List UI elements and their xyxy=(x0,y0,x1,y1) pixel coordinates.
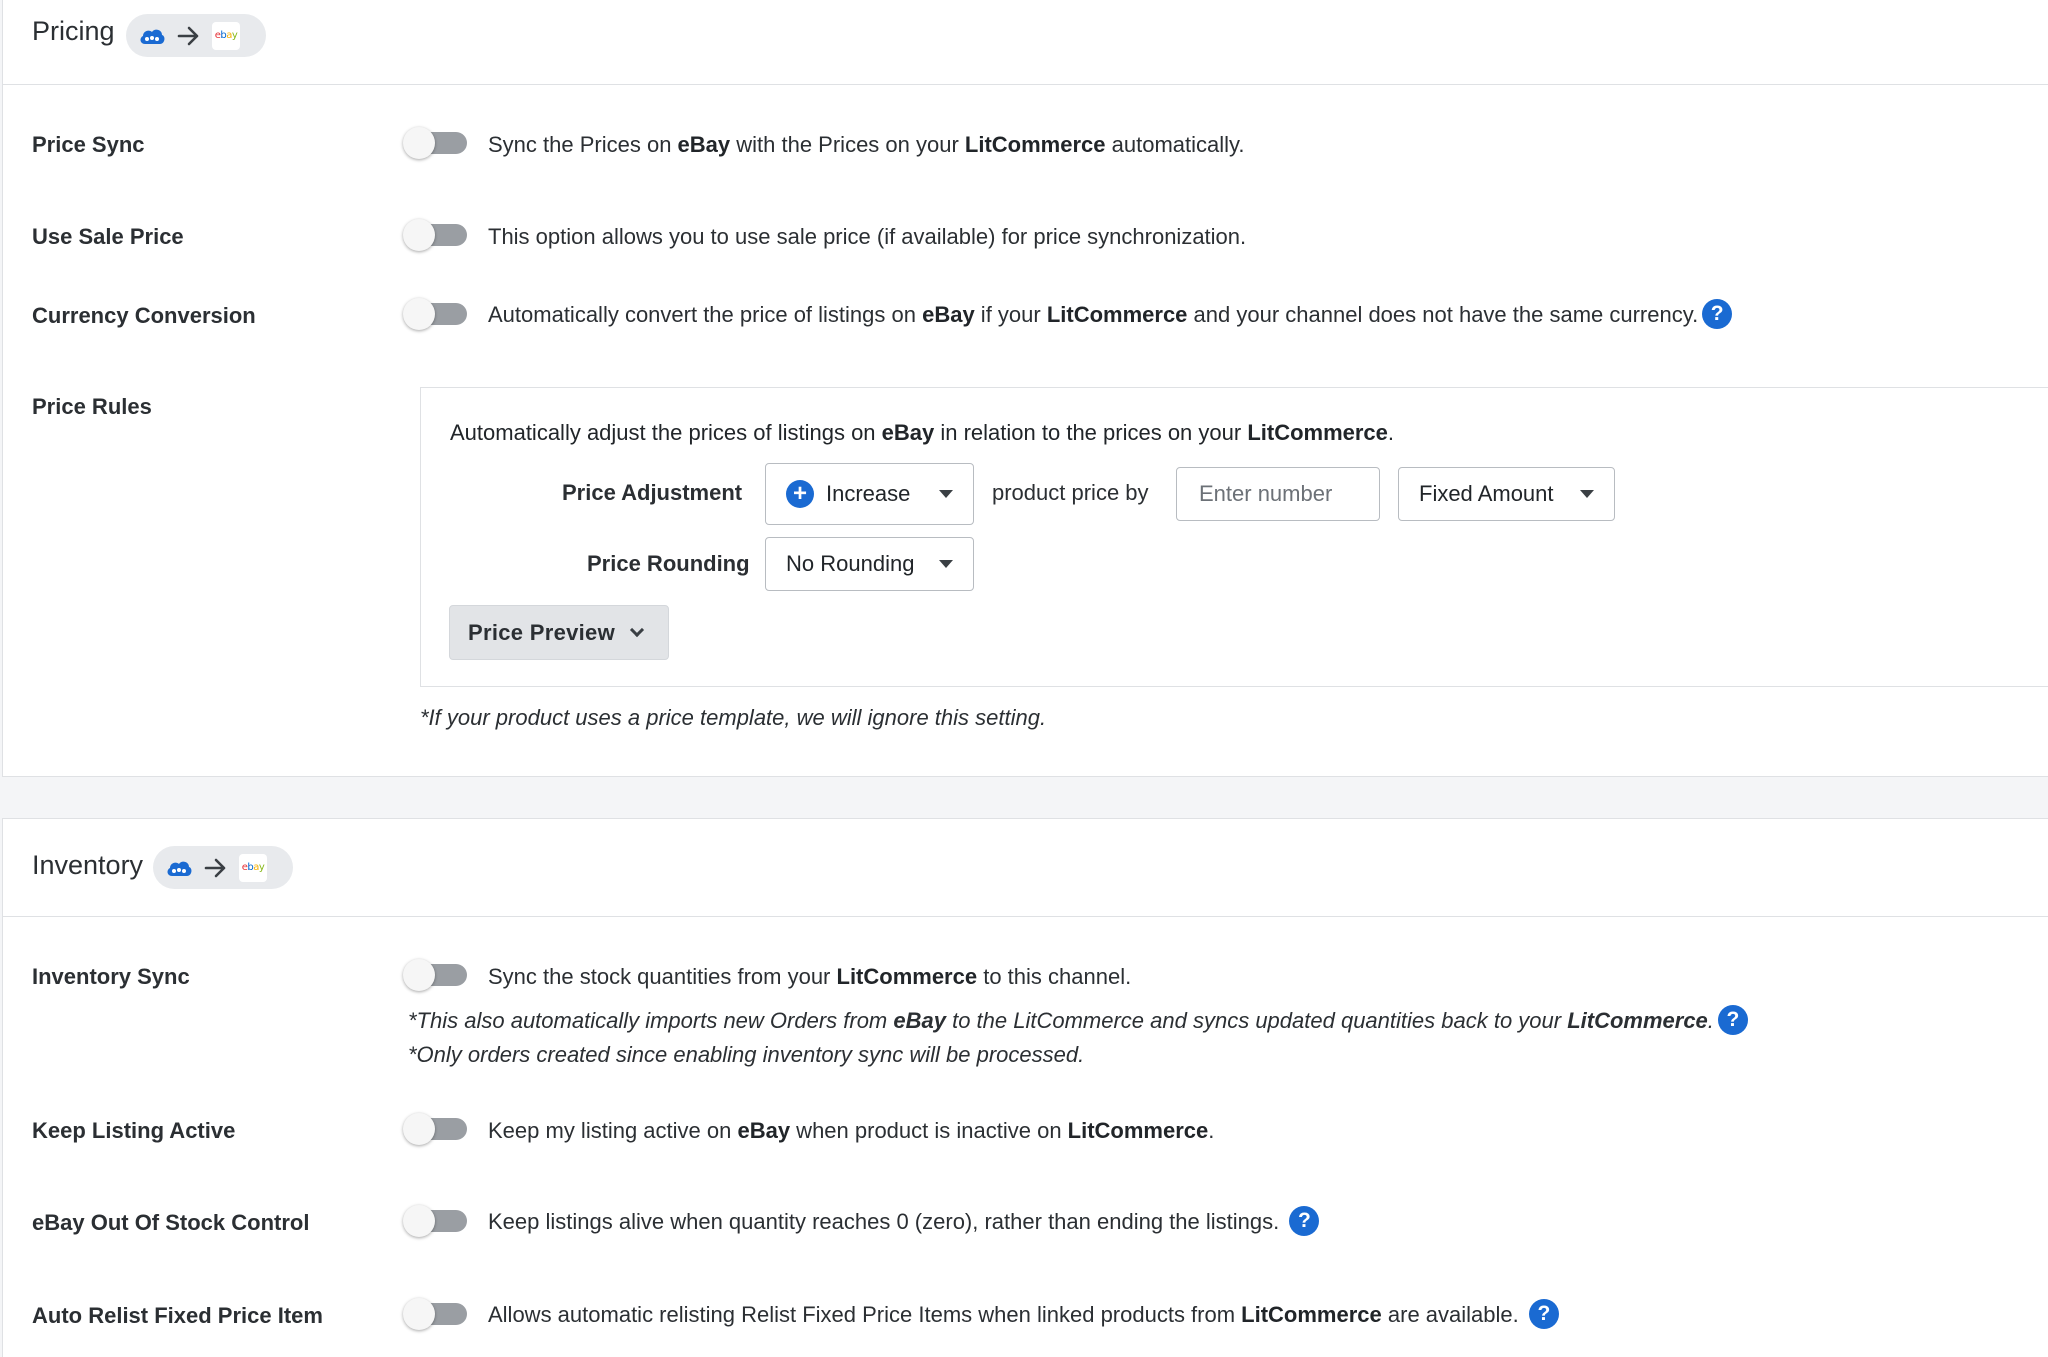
arrow-right-icon xyxy=(177,26,199,45)
use-sale-price-toggle[interactable] xyxy=(403,219,469,251)
cloud-icon xyxy=(167,861,192,876)
price-sync-description: Sync the Prices on eBay with the Prices … xyxy=(488,132,1245,157)
auto-relist-description: Allows automatic relisting Relist Fixed … xyxy=(488,1299,1559,1331)
price-rules-label: Price Rules xyxy=(32,394,152,419)
keep-listing-active-toggle[interactable] xyxy=(403,1113,469,1145)
price-rounding-select[interactable]: No Rounding xyxy=(765,537,974,591)
pricing-title: Pricing xyxy=(32,16,115,46)
use-sale-price-description: This option allows you to use sale price… xyxy=(488,224,1247,249)
inventory-card: Inventory ebay Inventory Sync Sync the s… xyxy=(2,818,2048,1357)
caret-down-icon xyxy=(939,490,953,498)
sync-direction-badge: ebay xyxy=(126,14,266,57)
use-sale-price-label: Use Sale Price xyxy=(32,224,184,249)
arrow-right-icon xyxy=(204,858,226,877)
inventory-sync-note-orders: *This also automatically imports new Ord… xyxy=(408,1005,1748,1037)
auto-relist-label: Auto Relist Fixed Price Item xyxy=(32,1303,323,1328)
price-rounding-label: Price Rounding xyxy=(587,551,750,576)
caret-down-icon xyxy=(939,560,953,568)
help-icon[interactable]: ? xyxy=(1717,1005,1748,1035)
ebay-logo-icon: ebay xyxy=(212,21,240,50)
price-sync-label: Price Sync xyxy=(32,132,145,157)
caret-down-icon xyxy=(1580,490,1594,498)
help-icon[interactable]: ? xyxy=(1289,1206,1320,1236)
out-of-stock-control-label: eBay Out Of Stock Control xyxy=(32,1210,310,1235)
price-adjustment-label: Price Adjustment xyxy=(562,480,743,505)
product-price-by-text: product price by xyxy=(992,480,1149,505)
help-icon[interactable]: ? xyxy=(1528,1299,1559,1329)
price-rules-intro: Automatically adjust the prices of listi… xyxy=(450,420,1395,445)
pricing-card: Pricing ebay Price Sync Sync the Prices … xyxy=(2,0,2048,777)
currency-conversion-label: Currency Conversion xyxy=(32,303,256,328)
pricing-header: Pricing ebay xyxy=(3,0,2048,85)
chevron-down-icon xyxy=(629,622,645,637)
cloud-icon xyxy=(140,29,165,44)
plus-circle-icon: + xyxy=(786,480,814,508)
inventory-sync-label: Inventory Sync xyxy=(32,964,190,989)
out-of-stock-control-description: Keep listings alive when quantity reache… xyxy=(488,1206,1320,1238)
price-template-note: *If your product uses a price template, … xyxy=(420,705,1047,730)
help-icon[interactable]: ? xyxy=(1702,299,1733,329)
amount-input[interactable] xyxy=(1176,467,1380,521)
amount-type-select[interactable]: Fixed Amount xyxy=(1398,467,1615,521)
currency-conversion-toggle[interactable] xyxy=(403,298,469,330)
auto-relist-toggle[interactable] xyxy=(403,1298,469,1330)
currency-conversion-description: Automatically convert the price of listi… xyxy=(488,299,1733,331)
inventory-sync-description: Sync the stock quantities from your LitC… xyxy=(488,964,1132,989)
inventory-title: Inventory xyxy=(32,850,144,880)
out-of-stock-control-toggle[interactable] xyxy=(403,1205,469,1237)
price-adjustment-select[interactable]: + Increase xyxy=(765,463,974,525)
price-rules-panel: Automatically adjust the prices of listi… xyxy=(420,387,2048,687)
keep-listing-active-description: Keep my listing active on eBay when prod… xyxy=(488,1118,1215,1143)
sync-direction-badge: ebay xyxy=(153,846,293,889)
inventory-header: Inventory ebay xyxy=(3,819,2048,917)
price-sync-toggle[interactable] xyxy=(403,127,469,159)
ebay-logo-icon: ebay xyxy=(239,853,267,882)
price-preview-button[interactable]: Price Preview xyxy=(449,605,669,660)
inventory-sync-note-processed: *Only orders created since enabling inve… xyxy=(408,1042,1085,1067)
keep-listing-active-label: Keep Listing Active xyxy=(32,1118,236,1143)
inventory-sync-toggle[interactable] xyxy=(403,959,469,991)
